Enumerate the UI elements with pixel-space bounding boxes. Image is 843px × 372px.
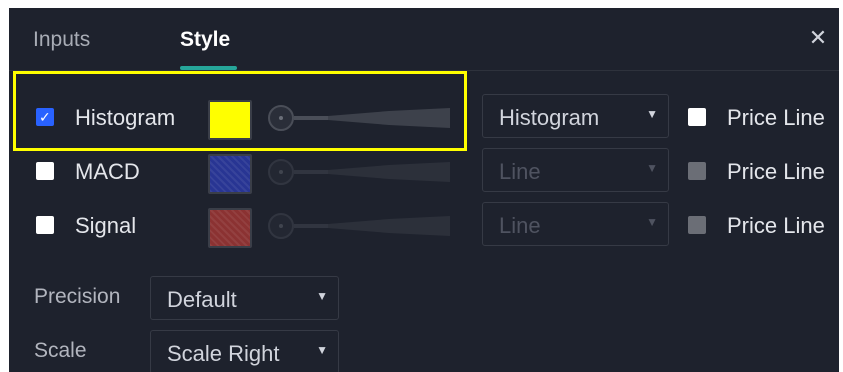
macd-visibility-checkbox[interactable] xyxy=(36,162,54,180)
macd-plot-type-select[interactable]: Line ▼ xyxy=(482,148,669,192)
signal-plot-type-select[interactable]: Line ▼ xyxy=(482,202,669,246)
precision-select[interactable]: Default ▼ xyxy=(150,276,339,320)
signal-visibility-checkbox[interactable] xyxy=(36,216,54,234)
caret-down-icon: ▼ xyxy=(316,289,328,303)
macd-thickness-slider[interactable] xyxy=(266,158,456,188)
scale-select[interactable]: Scale Right ▼ xyxy=(150,330,339,372)
histogram-visibility-checkbox[interactable]: ✓ xyxy=(36,108,54,126)
slider-track xyxy=(294,224,328,228)
tab-style[interactable]: Style xyxy=(180,28,230,52)
precision-label: Precision xyxy=(34,285,121,308)
checkmark-icon: ✓ xyxy=(39,109,51,125)
tab-inputs[interactable]: Inputs xyxy=(33,28,90,52)
slider-track xyxy=(294,116,328,120)
macd-label: MACD xyxy=(75,159,140,184)
plot-row-macd: MACD Line ▼ Price Line xyxy=(9,148,839,196)
precision-value: Default xyxy=(167,287,237,312)
plot-row-signal: Signal Line ▼ Price Line xyxy=(9,202,839,250)
select-value: Histogram xyxy=(499,105,600,130)
signal-price-line-checkbox[interactable] xyxy=(688,216,706,234)
caret-down-icon: ▼ xyxy=(646,161,658,175)
slider-knob[interactable] xyxy=(268,105,294,131)
histogram-plot-type-select[interactable]: Histogram ▼ xyxy=(482,94,669,138)
histogram-label: Histogram xyxy=(75,105,176,130)
signal-thickness-slider[interactable] xyxy=(266,212,456,242)
select-value: Line xyxy=(499,159,541,184)
histogram-price-line-label: Price Line xyxy=(727,105,825,130)
select-value: Line xyxy=(499,213,541,238)
scale-value: Scale Right xyxy=(167,341,280,366)
signal-color-swatch[interactable] xyxy=(208,208,252,248)
plot-row-histogram: ✓ Histogram Histogram ▼ Price Line xyxy=(9,94,839,142)
slider-track xyxy=(294,170,328,174)
slider-wedge xyxy=(328,216,450,236)
caret-down-icon: ▼ xyxy=(646,107,658,121)
macd-price-line-checkbox[interactable] xyxy=(688,162,706,180)
histogram-color-swatch[interactable] xyxy=(208,100,252,140)
caret-down-icon: ▼ xyxy=(316,343,328,357)
caret-down-icon: ▼ xyxy=(646,215,658,229)
tab-bar: Inputs Style ✕ xyxy=(9,8,839,71)
signal-label: Signal xyxy=(75,213,137,238)
histogram-price-line-checkbox[interactable] xyxy=(688,108,706,126)
style-settings-panel: Inputs Style ✕ ✓ Histogram Histogram ▼ P… xyxy=(9,8,839,372)
slider-knob[interactable] xyxy=(268,159,294,185)
macd-color-swatch[interactable] xyxy=(208,154,252,194)
close-icon[interactable]: ✕ xyxy=(806,26,830,50)
active-tab-indicator xyxy=(180,66,237,70)
histogram-thickness-slider[interactable] xyxy=(266,104,456,134)
signal-price-line-label: Price Line xyxy=(727,213,825,238)
slider-knob[interactable] xyxy=(268,213,294,239)
macd-price-line-label: Price Line xyxy=(727,159,825,184)
scale-label: Scale xyxy=(34,339,87,362)
slider-wedge xyxy=(328,108,450,128)
slider-wedge xyxy=(328,162,450,182)
